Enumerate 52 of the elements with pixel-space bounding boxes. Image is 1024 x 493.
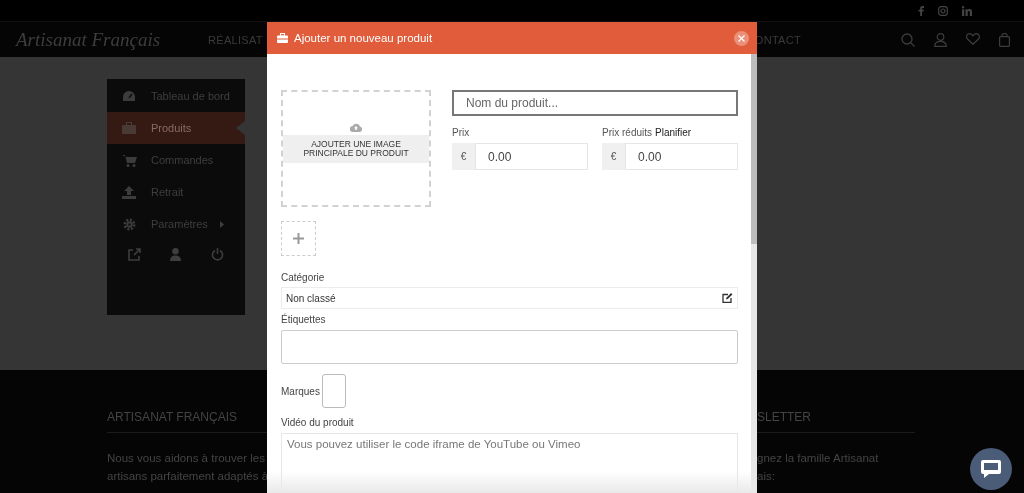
sidebar-item[interactable]: Produits [107,112,245,144]
close-icon [738,34,745,42]
field-label: Étiquettes [281,314,327,325]
footer-text: Nous vous aidons à trouver les [107,451,266,466]
footer-heading: ARTISANAT FRANÇAIS [107,410,238,424]
footer-heading: SLETTER [757,410,811,424]
dialog-title: Ajouter un nouveau produit [294,32,433,44]
field-label: Vidéo du produit [281,417,355,428]
upload-icon [122,185,136,199]
power-icon[interactable] [211,248,225,261]
scrollbar[interactable] [751,54,757,493]
schedule-link[interactable]: Planifier [655,127,692,138]
currency-addon: € [602,143,625,170]
price-field[interactable]: 0.00 [475,143,588,170]
footer-text: ais: [757,469,776,484]
cloud-upload-icon [350,122,362,132]
edit-icon[interactable] [722,293,733,303]
instagram-icon[interactable] [938,5,948,16]
chat-bubble-icon [980,459,1002,479]
product-name-field[interactable]: Nom du produit... [452,90,738,116]
external-link-icon[interactable] [127,248,141,261]
footer-text: gnez la famille Artisanat [757,451,880,466]
upload-label: AJOUTER UNE IMAGE PRINCIPALE DU PRODUIT [302,139,410,158]
close-button[interactable] [734,30,749,46]
tags-field[interactable] [281,330,738,364]
linkedin-icon[interactable] [962,5,972,16]
field-label: Prix réduits [602,127,652,138]
plus-icon [293,233,304,244]
brands-field[interactable] [321,374,346,408]
site-logo[interactable]: Artisanat Français [16,28,208,51]
selection-pointer [236,121,245,135]
heart-icon[interactable] [966,32,980,45]
briefcase-icon [122,122,136,134]
add-image-button[interactable] [281,221,316,256]
select-value: Non classé [286,292,336,304]
sale-price-field[interactable]: 0.00 [625,143,738,170]
field-label: Prix [452,127,470,138]
field-label: Catégorie [281,272,326,283]
gear-icon [122,217,136,231]
category-select[interactable]: Non classé [281,287,738,309]
briefcase-icon [277,33,288,43]
image-upload-area[interactable]: AJOUTER UNE IMAGE PRINCIPALE DU PRODUIT [281,90,431,207]
facebook-icon[interactable] [918,5,924,16]
search-icon[interactable] [901,32,915,47]
speedometer-icon [122,90,136,102]
user-icon[interactable] [170,248,182,261]
user-icon[interactable] [934,32,947,47]
cart-icon [121,153,137,167]
field-label: Marques [281,385,320,397]
currency-addon: € [452,143,475,170]
shopping-bag-icon[interactable] [999,32,1010,47]
video-field[interactable]: Vous pouvez utiliser le code iframe de YouTube ou Vimeo [281,433,738,493]
